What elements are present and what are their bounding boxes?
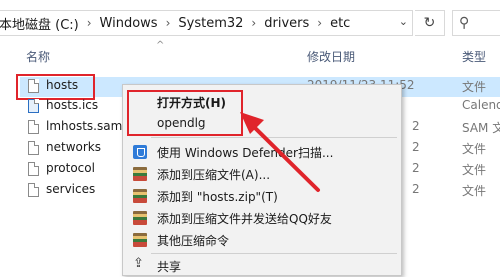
- archive-icon: [133, 233, 147, 247]
- address-bar[interactable]: 本地磁盘 (C:) › Windows › System32 › drivers…: [0, 10, 413, 36]
- menu-item-other-compress[interactable]: 其他压缩命令: [123, 229, 401, 251]
- file-icon: [28, 120, 39, 134]
- context-menu: 打开方式(H) opendlg 使用 Windows Defender扫描...…: [122, 84, 402, 276]
- breadcrumb-etc[interactable]: etc: [330, 16, 350, 31]
- file-name: hosts.ics: [46, 98, 99, 112]
- breadcrumb-local-disk[interactable]: 本地磁盘 (C:): [0, 14, 79, 33]
- archive-icon: [133, 211, 147, 225]
- sort-caret-icon: ^: [156, 40, 165, 51]
- menu-item-opendlg[interactable]: opendlg: [123, 113, 401, 135]
- menu-divider: [151, 253, 397, 254]
- menu-item-archive-send-qq[interactable]: 添加到压缩文件并发送给QQ好友: [123, 207, 401, 229]
- file-icon: [28, 183, 39, 197]
- menu-item-share[interactable]: ⇪ 共享: [123, 255, 401, 277]
- file-name: networks: [46, 140, 101, 154]
- search-box[interactable]: ⚲: [452, 10, 500, 36]
- archive-icon: [133, 167, 147, 181]
- file-type: 文件: [462, 80, 487, 94]
- menu-item-add-to-hosts-zip[interactable]: 添加到 "hosts.zip"(T): [123, 185, 401, 207]
- column-header-date[interactable]: 修改日期: [307, 48, 355, 70]
- file-type: 文件: [462, 142, 487, 156]
- defender-shield-icon: [133, 145, 147, 159]
- share-icon: ⇪: [133, 256, 144, 271]
- file-date: 2: [412, 119, 420, 133]
- menu-item-label: 添加到 "hosts.zip"(T): [157, 190, 278, 204]
- file-icon: [28, 141, 39, 155]
- breadcrumb-drivers[interactable]: drivers: [264, 16, 309, 31]
- breadcrumb-separator-icon[interactable]: ›: [317, 16, 322, 30]
- menu-item-label: 添加到压缩文件并发送给QQ好友: [157, 212, 332, 226]
- breadcrumb-separator-icon[interactable]: ›: [251, 16, 256, 30]
- file-date: 2: [412, 161, 420, 175]
- breadcrumb-windows[interactable]: Windows: [100, 16, 158, 31]
- file-name: lmhosts.sam: [46, 119, 123, 133]
- calendar-file-icon: [28, 99, 39, 113]
- file-name: protocol: [46, 161, 95, 175]
- column-header-type[interactable]: 类型: [462, 48, 486, 70]
- menu-item-label: 共享: [157, 260, 182, 274]
- window-title-strip: [0, 0, 500, 6]
- breadcrumb-system32[interactable]: System32: [178, 16, 243, 31]
- refresh-button[interactable]: ↻: [415, 10, 445, 36]
- column-header-name[interactable]: 名称: [26, 48, 50, 70]
- menu-item-open-with[interactable]: 打开方式(H): [123, 91, 401, 113]
- address-row: 本地磁盘 (C:) › Windows › System32 › drivers…: [0, 8, 500, 40]
- menu-item-defender-scan[interactable]: 使用 Windows Defender扫描...: [123, 141, 401, 163]
- menu-item-label: opendlg: [157, 116, 206, 130]
- file-name: services: [46, 182, 96, 196]
- file-type: 文件: [462, 184, 487, 198]
- breadcrumb-separator-icon[interactable]: ›: [166, 16, 171, 30]
- file-type: Calend: [462, 98, 500, 112]
- file-date: 2: [412, 182, 420, 196]
- file-type: SAM 文: [462, 121, 500, 135]
- menu-item-label: 打开方式(H): [157, 96, 227, 110]
- file-type: 文件: [462, 163, 487, 177]
- refresh-icon: ↻: [423, 15, 436, 31]
- menu-item-label: 其他压缩命令: [157, 234, 230, 248]
- menu-item-add-to-archive[interactable]: 添加到压缩文件(A)...: [123, 163, 401, 185]
- archive-icon: [133, 189, 147, 203]
- menu-item-label: 使用 Windows Defender扫描...: [157, 146, 334, 160]
- breadcrumb-separator-icon[interactable]: ›: [87, 16, 92, 30]
- address-history-dropdown-icon[interactable]: ⌄: [399, 15, 408, 28]
- file-date: 2: [412, 140, 420, 154]
- search-icon: ⚲: [459, 15, 470, 31]
- file-icon: [28, 162, 39, 176]
- menu-divider: [151, 137, 397, 138]
- menu-item-label: 添加到压缩文件(A)...: [157, 168, 271, 182]
